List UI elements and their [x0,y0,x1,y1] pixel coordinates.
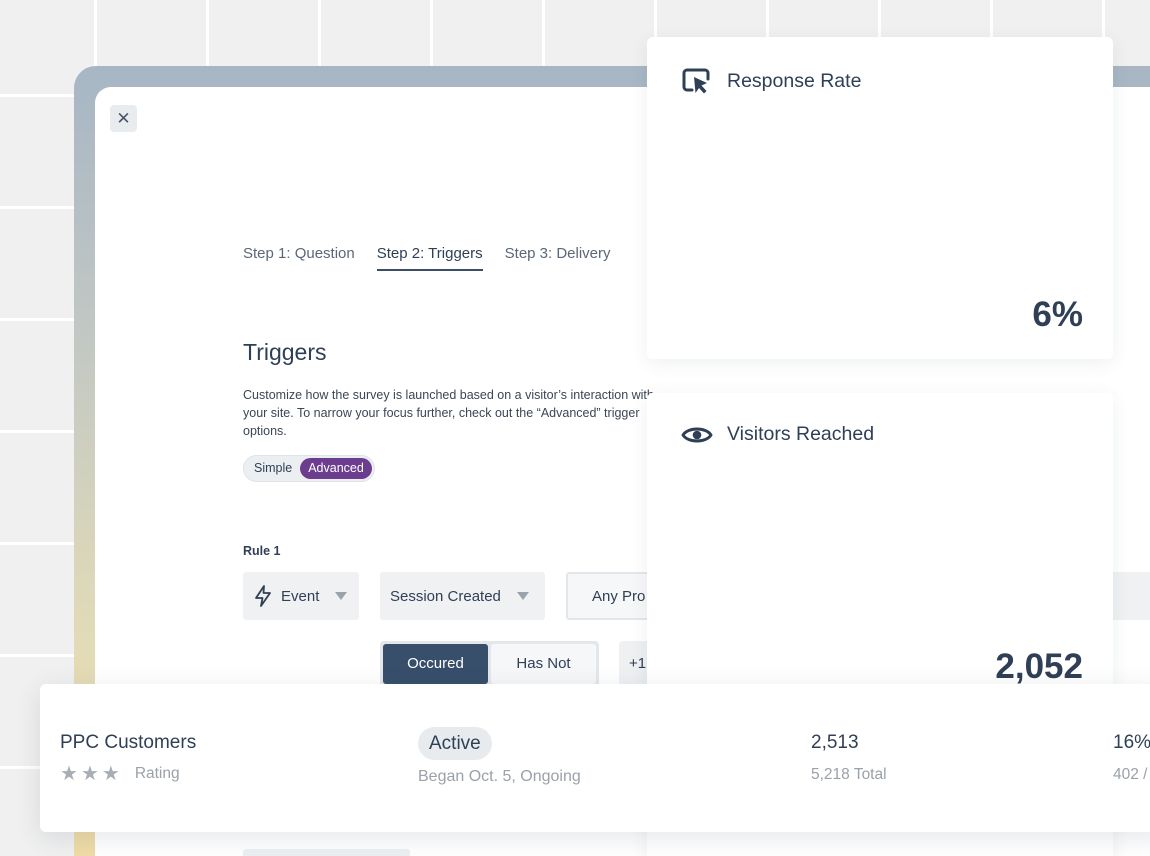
tab-step-1[interactable]: Step 1: Question [243,245,355,271]
response-total: 5,218 Total [811,766,887,783]
chevron-down-icon [335,592,348,600]
segment-name: PPC Customers [60,732,197,753]
mode-toggle[interactable]: Simple Advanced [243,455,375,482]
session-dropdown[interactable]: Session Created [380,572,545,620]
status-detail: Began Oct. 5, Ongoing [418,768,581,785]
status-badge: Active [418,727,492,760]
response-rate-label: Response Rate [727,69,862,92]
section-title: Triggers [243,339,327,365]
rating-label: Rating [134,765,180,782]
occurred-button[interactable]: Occured [383,644,488,684]
session-dropdown-label: Session Created [390,587,501,605]
star-icon: ★ [80,763,99,785]
toggle-simple[interactable]: Simple [246,458,300,479]
section-description: Customize how the survey is launched bas… [243,388,654,438]
response-rate-value: 6% [1032,295,1083,334]
lightning-icon [255,585,271,607]
frame-edge [1113,66,1150,84]
response-rate-card: Response Rate 6% [647,37,1113,359]
response-count: 2,513 [811,732,859,753]
placeholder-bar [243,849,410,856]
property-dropdown-label: Any Pro [592,587,646,605]
toggle-advanced[interactable]: Advanced [300,458,372,479]
close-icon[interactable]: ✕ [110,105,137,132]
rating: ★ ★ ★ Rating [60,764,180,784]
event-dropdown[interactable]: Event [243,572,359,620]
rule-label: Rule 1 [243,544,281,558]
step-tabs: Step 1: Question Step 2: Triggers Step 3… [243,245,611,271]
occurrence-toggle: Occured Has Not [380,641,599,687]
dropdown-overflow [1113,572,1150,620]
eye-icon [681,427,713,442]
star-icon: ★ [60,763,78,785]
visitors-reached-label: Visitors Reached [727,423,875,445]
tab-step-3[interactable]: Step 3: Delivery [505,245,611,271]
response-percent: 16% [1113,732,1150,753]
cursor-click-icon [682,68,710,94]
visitors-reached-value: 2,052 [995,647,1083,686]
chevron-down-icon [516,592,529,600]
response-percent-detail: 402 / [1113,766,1148,783]
event-dropdown-label: Event [281,587,320,605]
has-not-button[interactable]: Has Not [491,644,596,684]
star-icon: ★ [101,763,120,785]
segment-row[interactable]: PPC Customers ★ ★ ★ Rating Active Began … [40,684,1150,832]
tab-step-2[interactable]: Step 2: Triggers [376,245,483,271]
